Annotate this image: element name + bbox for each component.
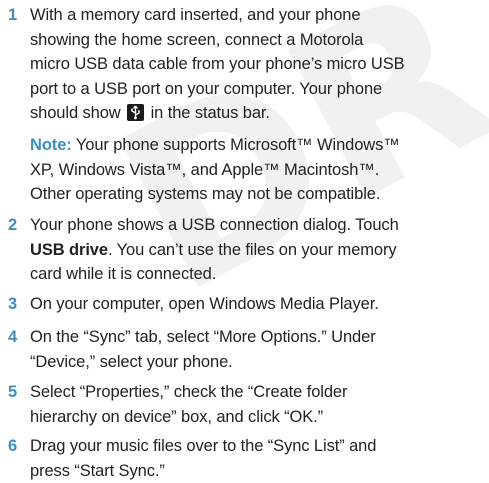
step-text: On your computer, open Windows Media Pla… [30,292,486,317]
step-number: 3 [8,292,17,317]
step-text: With a memory card inserted, and your ph… [30,3,486,126]
step-line: With a memory card inserted, and your ph… [30,3,486,28]
step-text-segment: Your phone supports Microsoft™ Windows™ [76,136,400,154]
step-number: 5 [8,380,17,405]
step-number: 1 [8,3,17,28]
step-line: card while it is connected. [30,262,486,287]
step-line: port to a USB port on your computer. You… [30,77,486,102]
step-line: On your computer, open Windows Media Pla… [30,292,486,317]
step-number: 6 [8,434,17,459]
step-text-segment: in the status bar. [151,104,270,122]
step-number: 2 [8,213,17,238]
step-line: On the “Sync” tab, select “More Options.… [30,325,486,350]
note-text: Note: Your phone supports Microsoft™ Win… [30,133,486,207]
usb-connection-icon [127,104,144,121]
step-line: USB drive. You can’t use the files on yo… [30,238,486,263]
step-text-segment: . You can’t use the files on your memory [108,241,397,259]
step-text: Select “Properties,” check the “Create f… [30,380,486,429]
step-line: Other operating systems may not be compa… [30,182,486,207]
step-text-segment: should show [30,104,121,122]
step-line: micro USB data cable from your phone’s m… [30,52,486,77]
step-text: Drag your music files over to the “Sync … [30,434,486,483]
step-line: Note: Your phone supports Microsoft™ Win… [30,133,486,158]
step-number: 4 [8,325,17,350]
note-label: Note: [30,136,72,154]
step-line: hierarchy on device” box, and click “OK.… [30,405,486,430]
step-line: showing the home screen, connect a Motor… [30,28,486,53]
step-line: should show in the status bar. [30,101,486,126]
step-line: XP, Windows Vista™, and Apple™ Macintosh… [30,158,486,183]
step-line: press “Start Sync.” [30,459,486,483]
step-text: Your phone shows a USB connection dialog… [30,213,486,287]
step-text: On the “Sync” tab, select “More Options.… [30,325,486,374]
step-line: Drag your music files over to the “Sync … [30,434,486,459]
step-line: “Device,” select your phone. [30,350,486,375]
step-line: Select “Properties,” check the “Create f… [30,380,486,405]
step-line: Your phone shows a USB connection dialog… [30,213,486,238]
usb-drive-term: USB drive [30,241,108,259]
